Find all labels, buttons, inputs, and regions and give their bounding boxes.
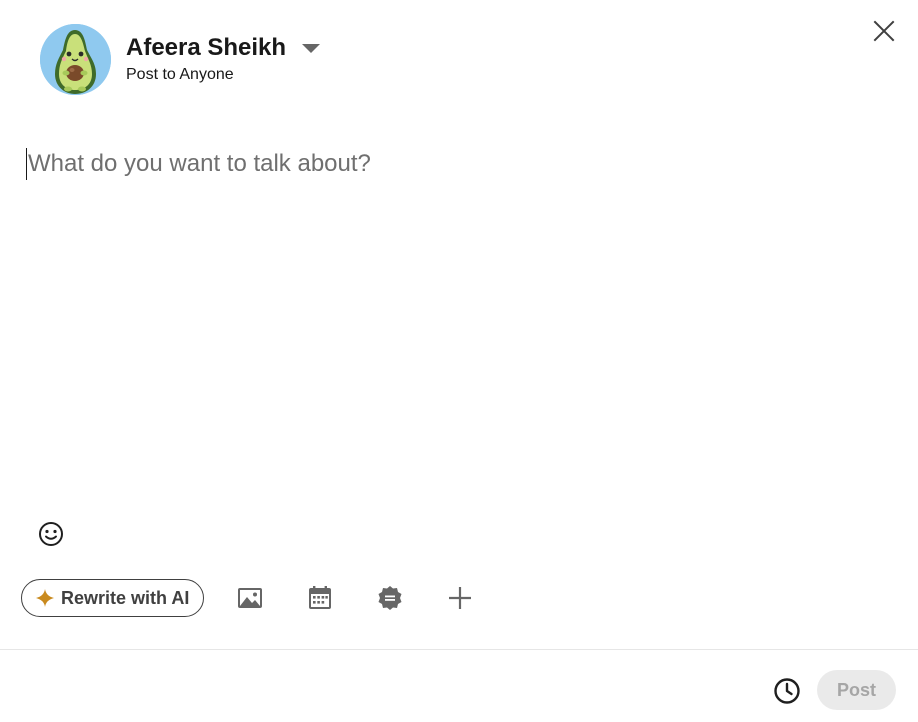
author-identity: Afeera Sheikh Post to Anyone — [126, 33, 321, 86]
badge-icon — [378, 586, 402, 610]
close-button[interactable] — [870, 17, 898, 45]
caret-down-icon[interactable] — [302, 43, 321, 53]
editor-placeholder: What do you want to talk about? — [28, 150, 371, 177]
plus-icon — [449, 587, 472, 609]
schedule-post-button[interactable] — [772, 676, 802, 706]
clock-icon — [774, 678, 800, 704]
footer-divider — [0, 649, 918, 650]
create-event-button[interactable] — [302, 580, 338, 616]
create-post-modal: Afeera Sheikh Post to Anyone What do you… — [0, 0, 918, 722]
calendar-icon — [309, 586, 332, 609]
more-options-button[interactable] — [442, 580, 478, 616]
add-media-button[interactable] — [232, 580, 268, 616]
post-editor[interactable]: What do you want to talk about? — [26, 146, 886, 486]
close-icon — [873, 20, 895, 42]
text-cursor — [26, 148, 27, 180]
avatar — [40, 24, 111, 95]
post-toolbar: Rewrite with AI — [21, 579, 478, 617]
post-button[interactable]: Post — [817, 670, 896, 710]
rewrite-with-ai-label: Rewrite with AI — [61, 587, 190, 608]
author-name-row: Afeera Sheikh — [126, 33, 321, 63]
smiley-icon — [39, 522, 63, 546]
image-icon — [238, 588, 263, 608]
rewrite-with-ai-button[interactable]: Rewrite with AI — [21, 579, 205, 617]
sparkle-icon — [36, 589, 54, 607]
author-name: Afeera Sheikh — [126, 34, 287, 61]
author-selector[interactable]: Afeera Sheikh Post to Anyone — [40, 24, 321, 95]
celebrate-occasion-button[interactable] — [372, 580, 408, 616]
avocado-avatar-icon — [40, 24, 111, 95]
emoji-button[interactable] — [38, 521, 64, 547]
post-audience: Post to Anyone — [126, 66, 234, 83]
